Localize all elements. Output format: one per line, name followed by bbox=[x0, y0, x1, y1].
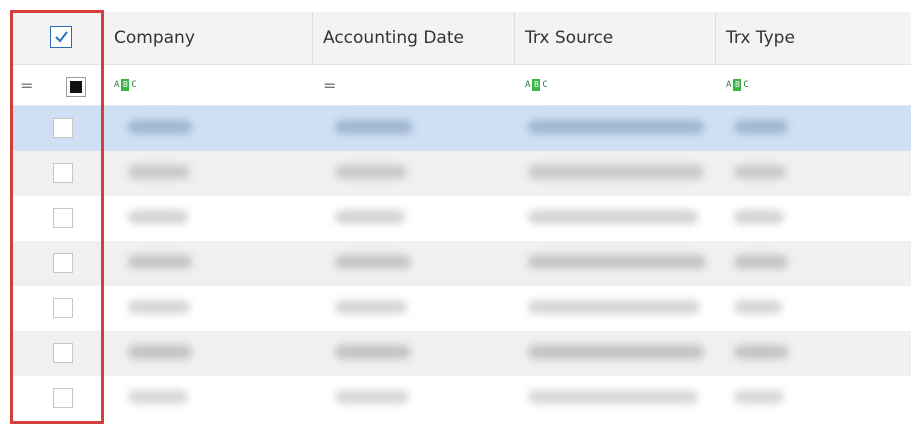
column-header-accounting-date-label: Accounting Date bbox=[323, 28, 464, 48]
text-filter-icon-right: C bbox=[542, 80, 548, 90]
data-grid: Company Accounting Date Trx Source Trx T… bbox=[10, 12, 911, 426]
text-filter-icon[interactable]: A B C bbox=[114, 79, 137, 91]
blurred-cell bbox=[128, 210, 188, 224]
blurred-cell bbox=[528, 210, 698, 224]
select-all-header bbox=[10, 12, 104, 64]
column-header-trx-source-label: Trx Source bbox=[525, 28, 614, 48]
equals-filter-icon[interactable]: = bbox=[20, 76, 33, 95]
blurred-cell bbox=[734, 120, 788, 134]
row-checkbox[interactable] bbox=[53, 298, 73, 318]
row-checkbox[interactable] bbox=[53, 253, 73, 273]
blurred-cell bbox=[128, 255, 192, 269]
blurred-cell bbox=[335, 165, 407, 179]
text-filter-icon[interactable]: A B C bbox=[525, 79, 548, 91]
blurred-cell bbox=[528, 120, 704, 134]
table-row[interactable] bbox=[10, 151, 911, 196]
blurred-cell bbox=[528, 255, 706, 269]
indeterminate-fill bbox=[70, 81, 82, 93]
blurred-cell bbox=[528, 390, 698, 404]
trx-source-filter-cell[interactable]: A B C bbox=[515, 65, 726, 105]
column-header-company[interactable]: Company bbox=[104, 12, 313, 64]
table-row[interactable] bbox=[10, 376, 911, 421]
trx-type-filter-cell[interactable]: A B C bbox=[716, 65, 911, 105]
blurred-cell bbox=[734, 255, 788, 269]
blurred-cell bbox=[734, 300, 782, 314]
select-filter-cell: = bbox=[10, 65, 114, 105]
column-header-trx-type-label: Trx Type bbox=[726, 28, 795, 48]
column-header-company-label: Company bbox=[114, 28, 195, 48]
indeterminate-checkbox[interactable] bbox=[66, 77, 86, 97]
row-checkbox[interactable] bbox=[53, 343, 73, 363]
text-filter-icon-mid: B bbox=[733, 79, 742, 91]
equals-filter-icon[interactable]: = bbox=[323, 76, 336, 95]
blurred-cell bbox=[335, 120, 413, 134]
text-filter-icon-right: C bbox=[743, 80, 749, 90]
text-filter-icon-left: A bbox=[726, 80, 732, 90]
table-row[interactable] bbox=[10, 196, 911, 241]
column-header-trx-source[interactable]: Trx Source bbox=[515, 12, 716, 64]
blurred-cell bbox=[335, 390, 409, 404]
grid-header: Company Accounting Date Trx Source Trx T… bbox=[10, 12, 911, 65]
table-row[interactable] bbox=[10, 331, 911, 376]
check-icon bbox=[55, 31, 68, 43]
select-all-checkbox[interactable] bbox=[50, 26, 72, 48]
table-row[interactable] bbox=[10, 106, 911, 151]
text-filter-icon-right: C bbox=[131, 80, 137, 90]
column-header-trx-type[interactable]: Trx Type bbox=[716, 12, 911, 64]
text-filter-icon-mid: B bbox=[121, 79, 130, 91]
table-row[interactable] bbox=[10, 241, 911, 286]
blurred-cell bbox=[128, 345, 192, 359]
blurred-cell bbox=[734, 390, 784, 404]
text-filter-icon[interactable]: A B C bbox=[726, 79, 749, 91]
company-filter-cell[interactable]: A B C bbox=[104, 65, 323, 105]
blurred-cell bbox=[734, 210, 784, 224]
row-checkbox[interactable] bbox=[53, 118, 73, 138]
text-filter-icon-left: A bbox=[114, 80, 120, 90]
blurred-cell bbox=[734, 345, 788, 359]
blurred-cell bbox=[335, 300, 407, 314]
row-checkbox[interactable] bbox=[53, 163, 73, 183]
filter-row: = A B C = A B C A B C bbox=[10, 65, 911, 106]
blurred-cell bbox=[335, 210, 405, 224]
left-margin bbox=[0, 0, 10, 432]
blurred-cell bbox=[528, 165, 704, 179]
blurred-cell bbox=[528, 345, 704, 359]
column-header-accounting-date[interactable]: Accounting Date bbox=[313, 12, 515, 64]
blurred-cell bbox=[128, 120, 192, 134]
blurred-cell bbox=[734, 165, 786, 179]
table-row[interactable] bbox=[10, 286, 911, 331]
blurred-cell bbox=[128, 300, 190, 314]
blurred-cell bbox=[128, 165, 190, 179]
blurred-cell bbox=[335, 345, 411, 359]
blurred-cell bbox=[528, 300, 700, 314]
blurred-cell bbox=[128, 390, 188, 404]
row-checkbox[interactable] bbox=[53, 208, 73, 228]
text-filter-icon-mid: B bbox=[532, 79, 541, 91]
row-checkbox[interactable] bbox=[53, 388, 73, 408]
accounting-date-filter-cell[interactable]: = bbox=[313, 65, 525, 105]
blurred-cell bbox=[335, 255, 411, 269]
text-filter-icon-left: A bbox=[525, 80, 531, 90]
